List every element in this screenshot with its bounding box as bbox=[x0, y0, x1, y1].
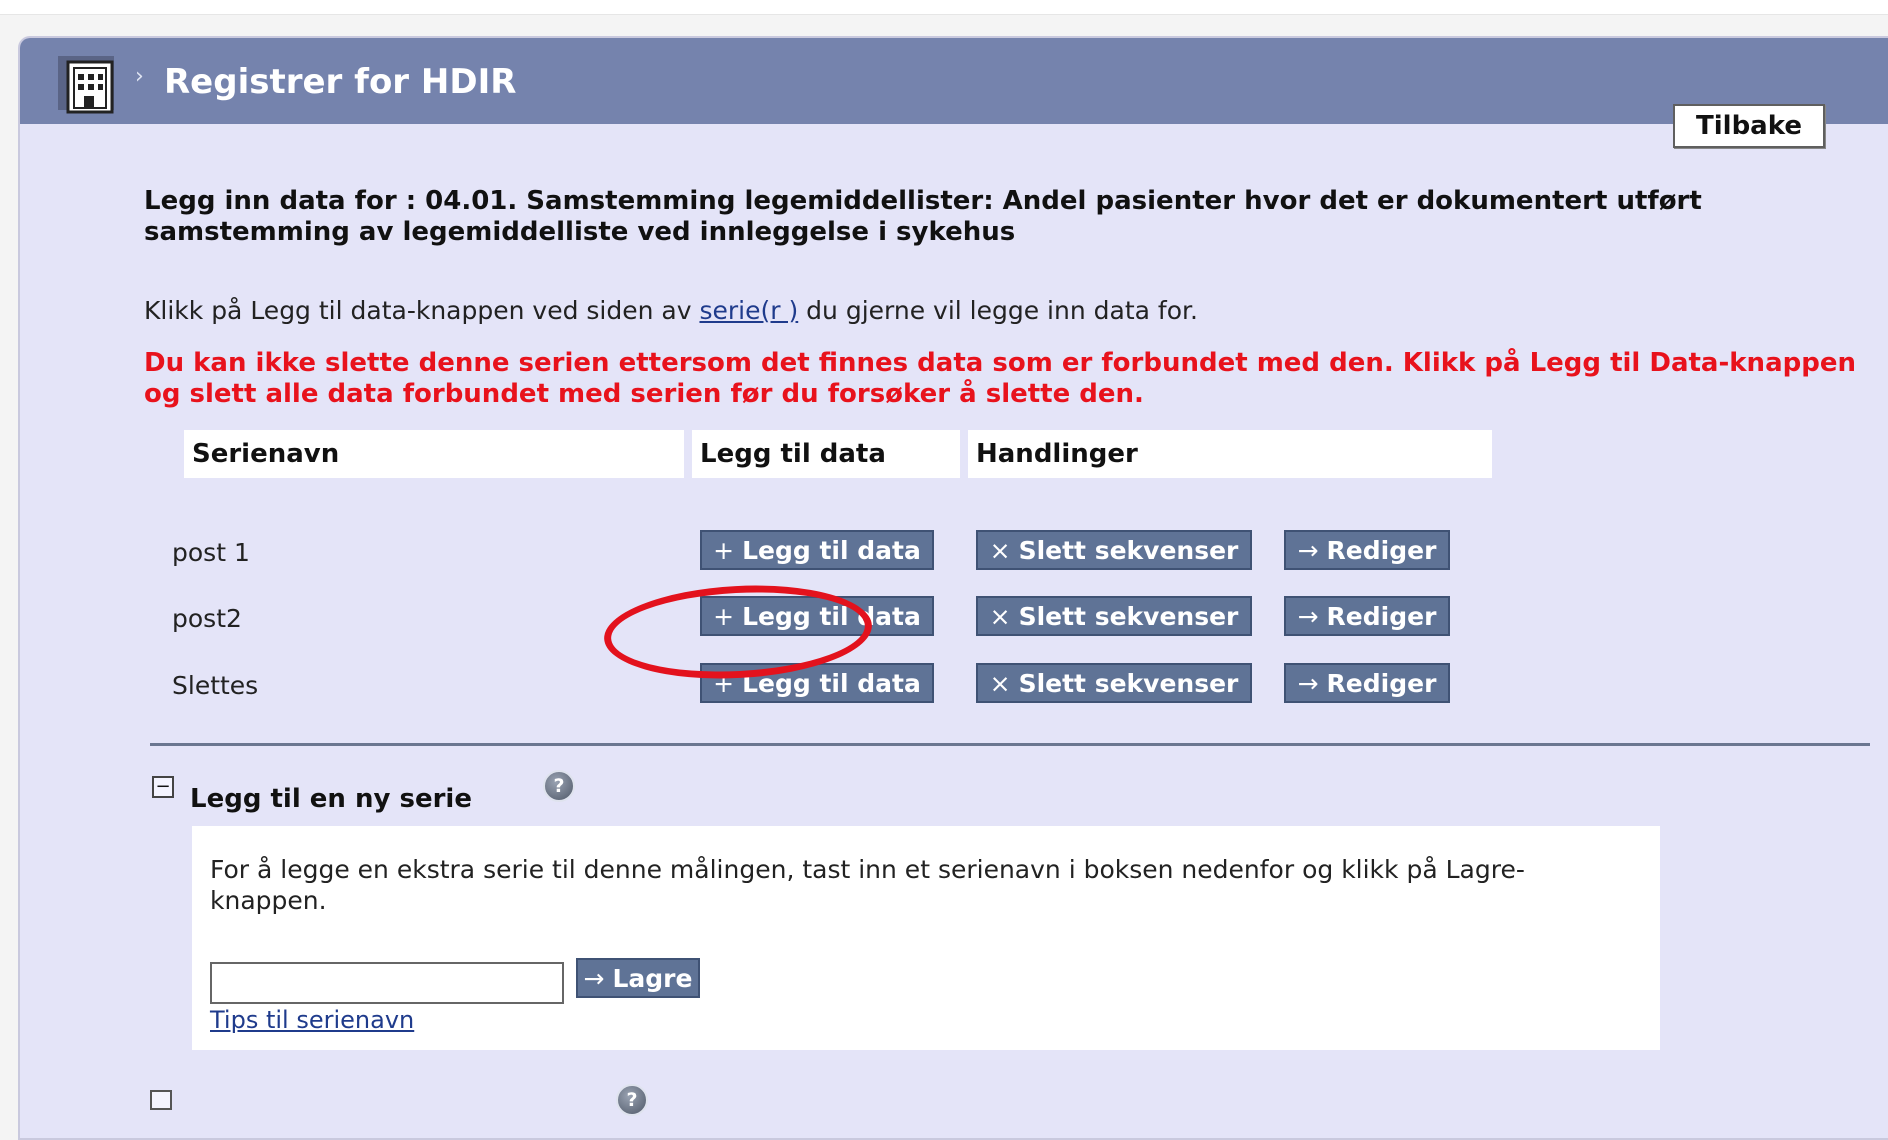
new-series-heading: Legg til en ny serie bbox=[190, 784, 472, 814]
save-button[interactable]: → Lagre bbox=[576, 958, 700, 998]
column-header-series-name: Serienavn bbox=[184, 430, 684, 478]
close-icon: × bbox=[989, 601, 1011, 631]
instruction-text: Klikk på Legg til data-knappen ved siden… bbox=[144, 296, 1198, 325]
series-name-input[interactable] bbox=[210, 962, 564, 1004]
page-title: Registrer for HDIR bbox=[164, 62, 517, 102]
section-divider bbox=[150, 743, 1870, 746]
delete-sequences-label: Slett sekvenser bbox=[1018, 535, 1239, 565]
delete-sequences-button[interactable]: × Slett sekvenser bbox=[976, 596, 1252, 636]
series-name: post2 bbox=[172, 604, 242, 633]
add-data-label: Legg til data bbox=[742, 535, 921, 565]
column-header-actions: Handlinger bbox=[968, 430, 1492, 478]
browser-top-strip bbox=[0, 0, 1888, 15]
close-icon: × bbox=[989, 535, 1011, 565]
edit-label: Rediger bbox=[1326, 535, 1437, 565]
save-label: Lagre bbox=[612, 963, 693, 993]
edit-label: Rediger bbox=[1326, 668, 1437, 698]
series-name-tips-link[interactable]: Tips til serienavn bbox=[210, 1006, 414, 1034]
add-data-button[interactable]: + Legg til data bbox=[700, 530, 934, 570]
arrow-right-icon: → bbox=[1297, 601, 1319, 631]
plus-icon: + bbox=[713, 535, 735, 565]
panel-header: › Registrer for HDIR bbox=[20, 38, 1888, 124]
arrow-right-icon: → bbox=[1297, 535, 1319, 565]
back-button[interactable]: Tilbake bbox=[1673, 104, 1825, 148]
edit-button[interactable]: → Rediger bbox=[1284, 596, 1450, 636]
edit-button[interactable]: → Rediger bbox=[1284, 530, 1450, 570]
delete-sequences-label: Slett sekvenser bbox=[1018, 668, 1239, 698]
series-link[interactable]: serie(r ) bbox=[699, 296, 798, 325]
delete-sequences-label: Slett sekvenser bbox=[1018, 601, 1239, 631]
new-series-description: For å legge en ekstra serie til denne må… bbox=[210, 855, 1525, 915]
collapse-toggle-icon[interactable] bbox=[150, 1090, 172, 1110]
delete-sequences-button[interactable]: × Slett sekvenser bbox=[976, 663, 1252, 703]
measurement-title: Legg inn data for : 04.01. Samstemming l… bbox=[144, 186, 1702, 247]
building-icon bbox=[58, 56, 114, 114]
collapse-toggle-icon[interactable]: − bbox=[152, 776, 174, 798]
instruction-suffix: du gjerne vil legge inn data for. bbox=[798, 296, 1198, 325]
column-header-add-data: Legg til data bbox=[692, 430, 960, 478]
breadcrumb-chevron-icon: › bbox=[135, 64, 144, 89]
new-series-box: For å legge en ekstra serie til denne må… bbox=[192, 826, 1660, 1050]
arrow-right-icon: → bbox=[583, 963, 605, 993]
delete-warning: Du kan ikke slette denne serien ettersom… bbox=[144, 348, 1856, 409]
close-icon: × bbox=[989, 668, 1011, 698]
delete-sequences-button[interactable]: × Slett sekvenser bbox=[976, 530, 1252, 570]
series-name: Slettes bbox=[172, 671, 259, 700]
edit-button[interactable]: → Rediger bbox=[1284, 663, 1450, 703]
help-icon[interactable]: ? bbox=[543, 770, 575, 802]
arrow-right-icon: → bbox=[1297, 668, 1319, 698]
instruction-prefix: Klikk på Legg til data-knappen ved siden… bbox=[144, 296, 700, 325]
help-icon[interactable]: ? bbox=[616, 1084, 648, 1116]
edit-label: Rediger bbox=[1326, 601, 1437, 631]
series-name: post 1 bbox=[172, 538, 250, 567]
